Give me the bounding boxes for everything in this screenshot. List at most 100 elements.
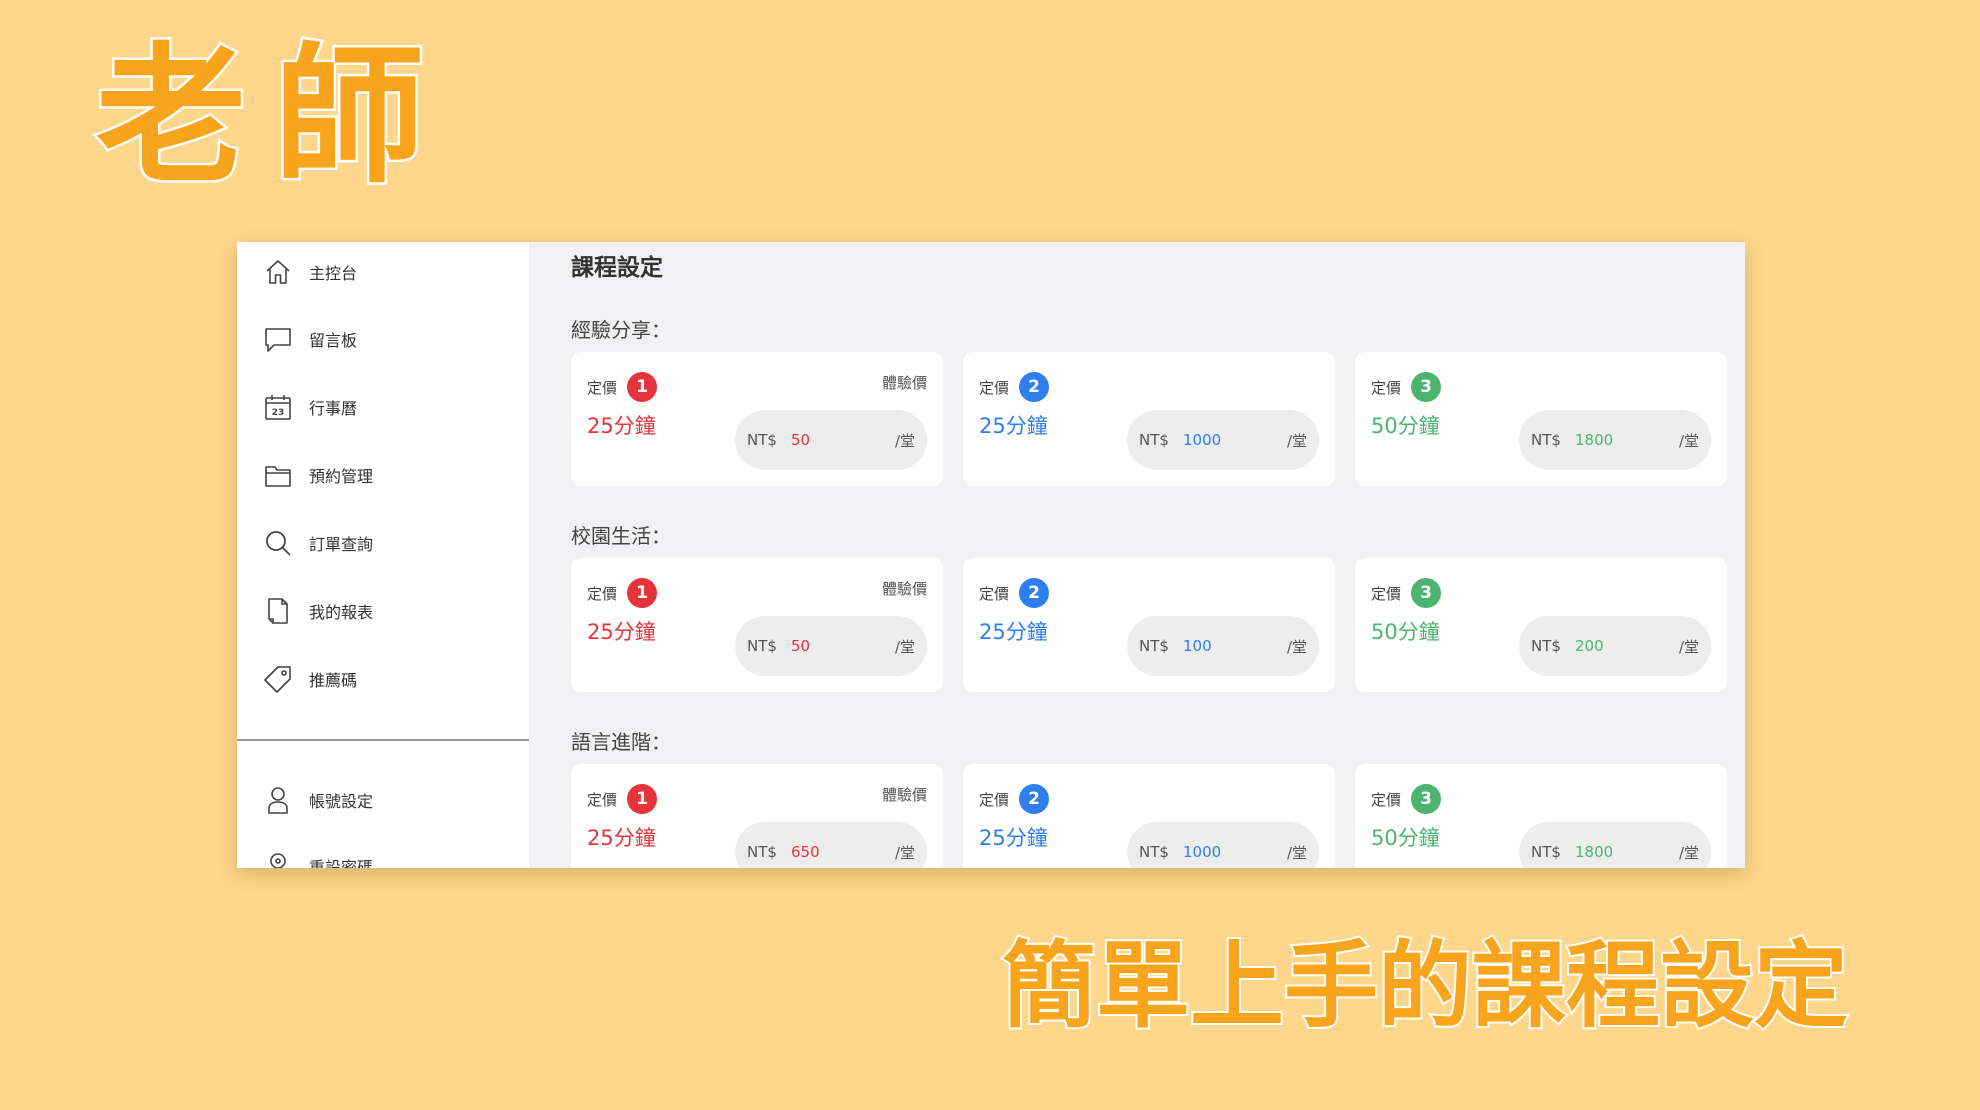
sidebar-item-order-search[interactable]: 訂單查詢: [263, 523, 503, 563]
app-window: 主控台 留言板 23 行事曆 預約管理 訂單查詢 我的報表 推薦碼 帳號設定 重…: [237, 242, 1745, 868]
sidebar-item-calendar[interactable]: 23 行事曆: [263, 387, 503, 427]
price-value: 1000: [1183, 843, 1222, 861]
price-tag-label: 定價: [1371, 378, 1402, 397]
price-tag: 定價 1: [587, 578, 658, 608]
price-tag-label: 定價: [587, 790, 618, 809]
price-field[interactable]: NT$ 650/堂: [735, 822, 927, 868]
sidebar-item-reset-password[interactable]: 重設密碼: [263, 846, 503, 868]
price-tag-label: 定價: [1371, 790, 1402, 809]
lesson-duration: 25分鐘: [587, 414, 656, 438]
tier-badge: 3: [1411, 784, 1442, 814]
price-tag-label: 定價: [587, 378, 618, 397]
price-unit: /堂: [1678, 431, 1699, 450]
currency-label: NT$: [1139, 843, 1169, 861]
home-icon: [263, 257, 293, 287]
tier-badge: 2: [1019, 578, 1050, 608]
tier-badge: 3: [1411, 578, 1442, 608]
lesson-duration: 50分鐘: [1371, 826, 1440, 850]
sidebar-item-my-reports[interactable]: 我的報表: [263, 591, 503, 631]
lesson-duration: 50分鐘: [1371, 620, 1440, 644]
price-field[interactable]: NT$ 1000/堂: [1127, 410, 1319, 470]
price-value: 200: [1575, 637, 1604, 655]
price-tag: 定價 2: [979, 578, 1050, 608]
sidebar-item-booking-management[interactable]: 預約管理: [263, 455, 503, 495]
document-icon: [263, 596, 293, 626]
calendar-icon: 23: [263, 392, 293, 422]
currency-label: NT$: [1531, 637, 1561, 655]
user-icon: [263, 785, 293, 815]
currency-label: NT$: [747, 637, 777, 655]
price-field[interactable]: NT$ 50/堂: [735, 410, 927, 470]
section-label: 校園生活：: [571, 524, 671, 548]
chat-bubble-icon: [263, 324, 293, 354]
main-content: 課程設定 經驗分享： 定價 1 體驗價 25分鐘 NT$ 50/堂 定價 2 25分鐘 NT$ 100…: [529, 242, 1745, 868]
price-field[interactable]: NT$ 1800/堂: [1519, 410, 1711, 470]
lesson-duration: 50分鐘: [1371, 414, 1440, 438]
course-price-card[interactable]: 定價 1 體驗價 25分鐘 NT$ 650/堂: [571, 764, 943, 868]
price-tag-label: 定價: [1371, 584, 1402, 603]
lesson-duration: 25分鐘: [979, 826, 1048, 850]
sidebar-divider: [237, 739, 529, 741]
price-unit: /堂: [1286, 843, 1307, 862]
price-unit: /堂: [894, 431, 915, 450]
trial-price-label: 體驗價: [881, 580, 927, 598]
sidebar-item-message-board[interactable]: 留言板: [263, 319, 503, 359]
course-price-card[interactable]: 定價 1 體驗價 25分鐘 NT$ 50/堂: [571, 558, 943, 692]
price-unit: /堂: [894, 637, 915, 656]
trial-price-label: 體驗價: [881, 786, 927, 804]
sidebar-item-account-settings[interactable]: 帳號設定: [263, 780, 503, 820]
currency-label: NT$: [747, 843, 777, 861]
sidebar-item-label: 我的報表: [309, 603, 374, 622]
course-price-card[interactable]: 定價 3 50分鐘 NT$ 1800/堂: [1355, 764, 1727, 868]
price-tag-label: 定價: [979, 584, 1010, 603]
price-tag-label: 定價: [587, 584, 618, 603]
price-field[interactable]: NT$ 1800/堂: [1519, 822, 1711, 868]
price-tag: 定價 3: [1371, 784, 1442, 814]
lesson-duration: 25分鐘: [587, 826, 656, 850]
course-price-card[interactable]: 定價 2 25分鐘 NT$ 1000/堂: [963, 352, 1335, 486]
sidebar: 主控台 留言板 23 行事曆 預約管理 訂單查詢 我的報表 推薦碼 帳號設定 重…: [237, 242, 529, 868]
tier-badge: 3: [1411, 372, 1442, 402]
course-price-card[interactable]: 定價 1 體驗價 25分鐘 NT$ 50/堂: [571, 352, 943, 486]
lesson-duration: 25分鐘: [979, 414, 1048, 438]
currency-label: NT$: [1531, 843, 1561, 861]
sidebar-item-dashboard[interactable]: 主控台: [263, 252, 503, 292]
section-label: 語言進階：: [571, 730, 671, 754]
course-price-card[interactable]: 定價 2 25分鐘 NT$ 100/堂: [963, 558, 1335, 692]
course-price-card[interactable]: 定價 3 50分鐘 NT$ 200/堂: [1355, 558, 1727, 692]
currency-label: NT$: [1139, 637, 1169, 655]
price-field[interactable]: NT$ 1000/堂: [1127, 822, 1319, 868]
price-field[interactable]: NT$ 200/堂: [1519, 616, 1711, 676]
course-price-card[interactable]: 定價 3 50分鐘 NT$ 1800/堂: [1355, 352, 1727, 486]
currency-label: NT$: [747, 431, 777, 449]
price-value: 1800: [1575, 431, 1614, 449]
lesson-duration: 25分鐘: [587, 620, 656, 644]
tier-badge: 1: [627, 578, 658, 608]
course-price-card[interactable]: 定價 2 25分鐘 NT$ 1000/堂: [963, 764, 1335, 868]
hero-title: 老師: [93, 30, 453, 204]
sidebar-item-label: 留言板: [309, 331, 358, 350]
price-value: 50: [791, 637, 811, 655]
sidebar-item-referral-code[interactable]: 推薦碼: [263, 659, 503, 699]
price-value: 50: [791, 431, 811, 449]
price-tag: 定價 1: [587, 372, 658, 402]
price-value: 100: [1183, 637, 1212, 655]
price-tag: 定價 2: [979, 372, 1050, 402]
svg-text:23: 23: [272, 408, 285, 418]
sidebar-item-label: 帳號設定: [309, 792, 374, 811]
price-value: 1800: [1575, 843, 1614, 861]
price-value: 1000: [1183, 431, 1222, 449]
price-field[interactable]: NT$ 50/堂: [735, 616, 927, 676]
sidebar-item-label: 預約管理: [309, 467, 374, 486]
hero-subtitle: 簡單上手的課程設定: [1000, 932, 1850, 1041]
search-icon: [263, 528, 293, 558]
price-field[interactable]: NT$ 100/堂: [1127, 616, 1319, 676]
sidebar-item-label: 訂單查詢: [309, 535, 374, 554]
tier-badge: 1: [627, 784, 658, 814]
sidebar-item-label: 行事曆: [309, 399, 358, 418]
currency-label: NT$: [1531, 431, 1561, 449]
lesson-duration: 25分鐘: [979, 620, 1048, 644]
price-tag: 定價 2: [979, 784, 1050, 814]
price-value: 650: [791, 843, 820, 861]
folder-icon: [263, 460, 293, 490]
